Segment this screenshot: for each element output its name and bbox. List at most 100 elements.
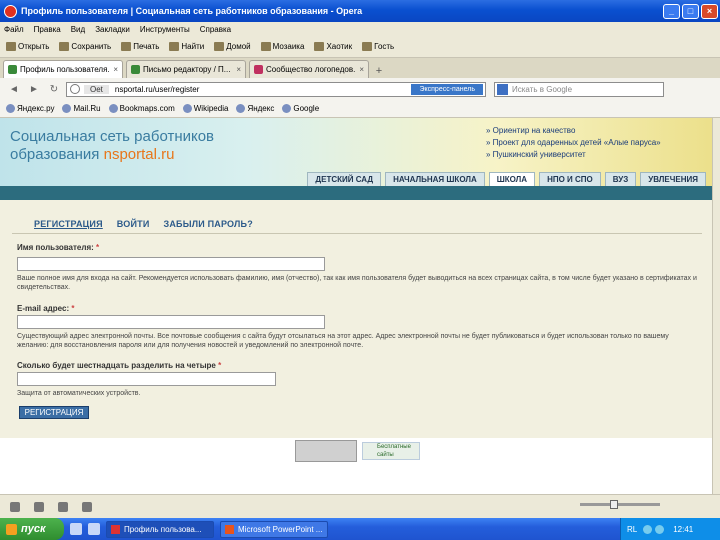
save-button[interactable]: Сохранить xyxy=(59,42,111,51)
taskbar-opera-window[interactable]: Профиль пользова... xyxy=(106,520,214,538)
downloads-icon[interactable] xyxy=(34,501,44,512)
menu-bar: Файл Правка Вид Закладки Инструменты Спр… xyxy=(0,22,720,36)
search-input[interactable]: Искать в Google xyxy=(494,81,664,97)
tab-close-icon[interactable]: × xyxy=(236,65,241,74)
vertical-scrollbar[interactable] xyxy=(712,118,720,494)
tray-volume-icon[interactable] xyxy=(655,524,665,534)
url-input[interactable]: Oet nsportal.ru/user/register Экспресс-п… xyxy=(66,81,486,97)
home-icon xyxy=(214,42,225,51)
address-bar: ◄ ► ↻ Oet nsportal.ru/user/register Эксп… xyxy=(0,78,720,100)
zoom-slider-knob[interactable] xyxy=(610,500,618,509)
promo-link-alye-parusa[interactable]: Проект для одаренных детей «Алые паруса» xyxy=(486,138,661,147)
header-divider-bar xyxy=(0,186,712,200)
menu-bookmarks[interactable]: Закладки xyxy=(95,25,130,34)
start-button[interactable]: пуск xyxy=(0,518,64,540)
find-button[interactable]: Найти xyxy=(169,42,204,51)
tile-button[interactable]: Мозаика xyxy=(260,42,305,51)
open-button[interactable]: Открыть xyxy=(6,42,49,51)
tab-letter[interactable]: Письмо редактору / П... × xyxy=(126,60,246,78)
start-label: пуск xyxy=(21,523,46,535)
window-titlebar: Профиль пользователя | Социальная сеть р… xyxy=(0,0,720,22)
nav-vuz[interactable]: ВУЗ xyxy=(604,172,637,186)
quicklaunch-browser-icon[interactable] xyxy=(70,523,82,535)
nav-school[interactable]: ШКОЛА xyxy=(488,172,536,186)
tab-profile[interactable]: Профиль пользователя... × xyxy=(3,60,123,78)
username-label: Имя пользователя: * xyxy=(17,243,99,252)
find-label: Найти xyxy=(181,42,205,51)
zoom-slider[interactable] xyxy=(580,500,660,509)
registration-form: РЕГИСТРАЦИЯ ВОЙТИ ЗАБЫЛИ ПАРОЛЬ? Имя пол… xyxy=(0,200,712,438)
bookmark-wikipedia[interactable]: Wikipedia xyxy=(182,104,228,113)
windows-flag-icon xyxy=(6,523,17,535)
close-window-button[interactable]: × xyxy=(701,3,718,19)
bookmark-label: Google xyxy=(293,104,320,113)
forward-button[interactable]: ► xyxy=(26,84,42,95)
search-placeholder: Искать в Google xyxy=(512,84,573,94)
menu-tools[interactable]: Инструменты xyxy=(140,25,190,34)
tab-close-icon[interactable]: × xyxy=(359,65,364,74)
back-button[interactable]: ◄ xyxy=(6,84,22,95)
register-submit-button[interactable]: РЕГИСТРАЦИЯ xyxy=(19,406,89,419)
speed-dial-button[interactable]: Экспресс-панель xyxy=(411,83,483,95)
menu-file[interactable]: Файл xyxy=(4,25,24,34)
windows-taskbar: пуск Профиль пользова... Microsoft Power… xyxy=(0,518,720,540)
guest-button[interactable]: Гость xyxy=(362,42,394,51)
print-label: Печать xyxy=(133,42,160,51)
bookmark-icon xyxy=(62,104,72,113)
language-indicator[interactable]: RL xyxy=(627,525,637,534)
bookmark-yandex-ru[interactable]: Яндекс.ру xyxy=(6,104,54,113)
bookmark-label: Яндекс xyxy=(247,104,275,113)
guest-label: Гость xyxy=(374,42,395,51)
promo-link-pushkin[interactable]: Пушкинский университет xyxy=(486,150,661,159)
bookmark-mail-ru[interactable]: Mail.Ru xyxy=(62,104,101,113)
taskbar-powerpoint-window[interactable]: Microsoft PowerPoint ... xyxy=(220,520,328,538)
bookmark-google[interactable]: Google xyxy=(282,104,319,113)
menu-help[interactable]: Справка xyxy=(200,25,231,34)
nav-primary-school[interactable]: НАЧАЛЬНАЯ ШКОЛА xyxy=(385,172,485,186)
quicklaunch-desktop-icon[interactable] xyxy=(88,523,100,535)
logo-line2: образования xyxy=(10,146,104,163)
captcha-field[interactable] xyxy=(17,372,276,386)
counter-banner[interactable] xyxy=(295,440,357,462)
username-field[interactable] xyxy=(17,257,325,271)
tab-login[interactable]: ВОЙТИ xyxy=(117,219,150,229)
tile-label: Мозаика xyxy=(272,42,305,51)
menu-edit[interactable]: Правка xyxy=(34,25,61,34)
site-logo[interactable]: Социальная сеть работников образования n… xyxy=(10,128,214,164)
tab-close-icon[interactable]: × xyxy=(113,65,118,74)
captcha-label: Сколько будет шестнадцать разделить на ч… xyxy=(17,361,221,370)
nav-hobbies[interactable]: УВЛЕЧЕНИЯ xyxy=(640,172,706,186)
tile-icon xyxy=(260,42,271,51)
bookmark-bookmaps[interactable]: Bookmaps.com xyxy=(108,104,175,113)
share-icon[interactable] xyxy=(58,501,68,512)
tab-register[interactable]: РЕГИСТРАЦИЯ xyxy=(34,219,103,229)
email-label-text: E-mail адрес: xyxy=(17,304,70,313)
form-tabs: РЕГИСТРАЦИЯ ВОЙТИ ЗАБЫЛИ ПАРОЛЬ? xyxy=(34,219,267,229)
free-sites-badge[interactable]: Бесплатные сайты xyxy=(362,442,420,460)
reload-button[interactable]: ↻ xyxy=(46,84,62,95)
tray-network-icon[interactable] xyxy=(643,524,653,534)
powerpoint-icon xyxy=(225,524,234,534)
task-label: Профиль пользова... xyxy=(124,524,202,534)
tab-community[interactable]: Сообщество логопедов... × xyxy=(249,60,369,78)
bookmark-icon xyxy=(6,104,15,113)
minimize-button[interactable]: _ xyxy=(663,3,680,19)
nav-kindergarten[interactable]: ДЕТСКИЙ САД xyxy=(307,172,382,186)
promo-link-quality[interactable]: Ориентир на качество xyxy=(486,126,661,135)
captcha-label-text: Сколько будет шестнадцать разделить на ч… xyxy=(17,361,216,370)
email-field[interactable] xyxy=(17,315,325,329)
opera-icon xyxy=(4,4,17,18)
search-icon xyxy=(169,42,180,51)
tab-forgot-password[interactable]: ЗАБЫЛИ ПАРОЛЬ? xyxy=(164,219,253,229)
maximize-button[interactable]: □ xyxy=(682,3,699,19)
bookmark-yandex[interactable]: Яндекс xyxy=(236,104,274,113)
nav-npo-spo[interactable]: НПО И СПО xyxy=(539,172,601,186)
panel-toggle-icon[interactable] xyxy=(10,501,20,512)
cascade-button[interactable]: Хаотик xyxy=(314,42,352,51)
camera-icon[interactable] xyxy=(82,501,92,512)
new-tab-button[interactable]: + xyxy=(372,64,386,78)
bookmark-label: Яндекс.ру xyxy=(17,104,55,113)
print-button[interactable]: Печать xyxy=(121,42,159,51)
menu-view[interactable]: Вид xyxy=(71,25,85,34)
home-button[interactable]: Домой xyxy=(214,42,251,51)
